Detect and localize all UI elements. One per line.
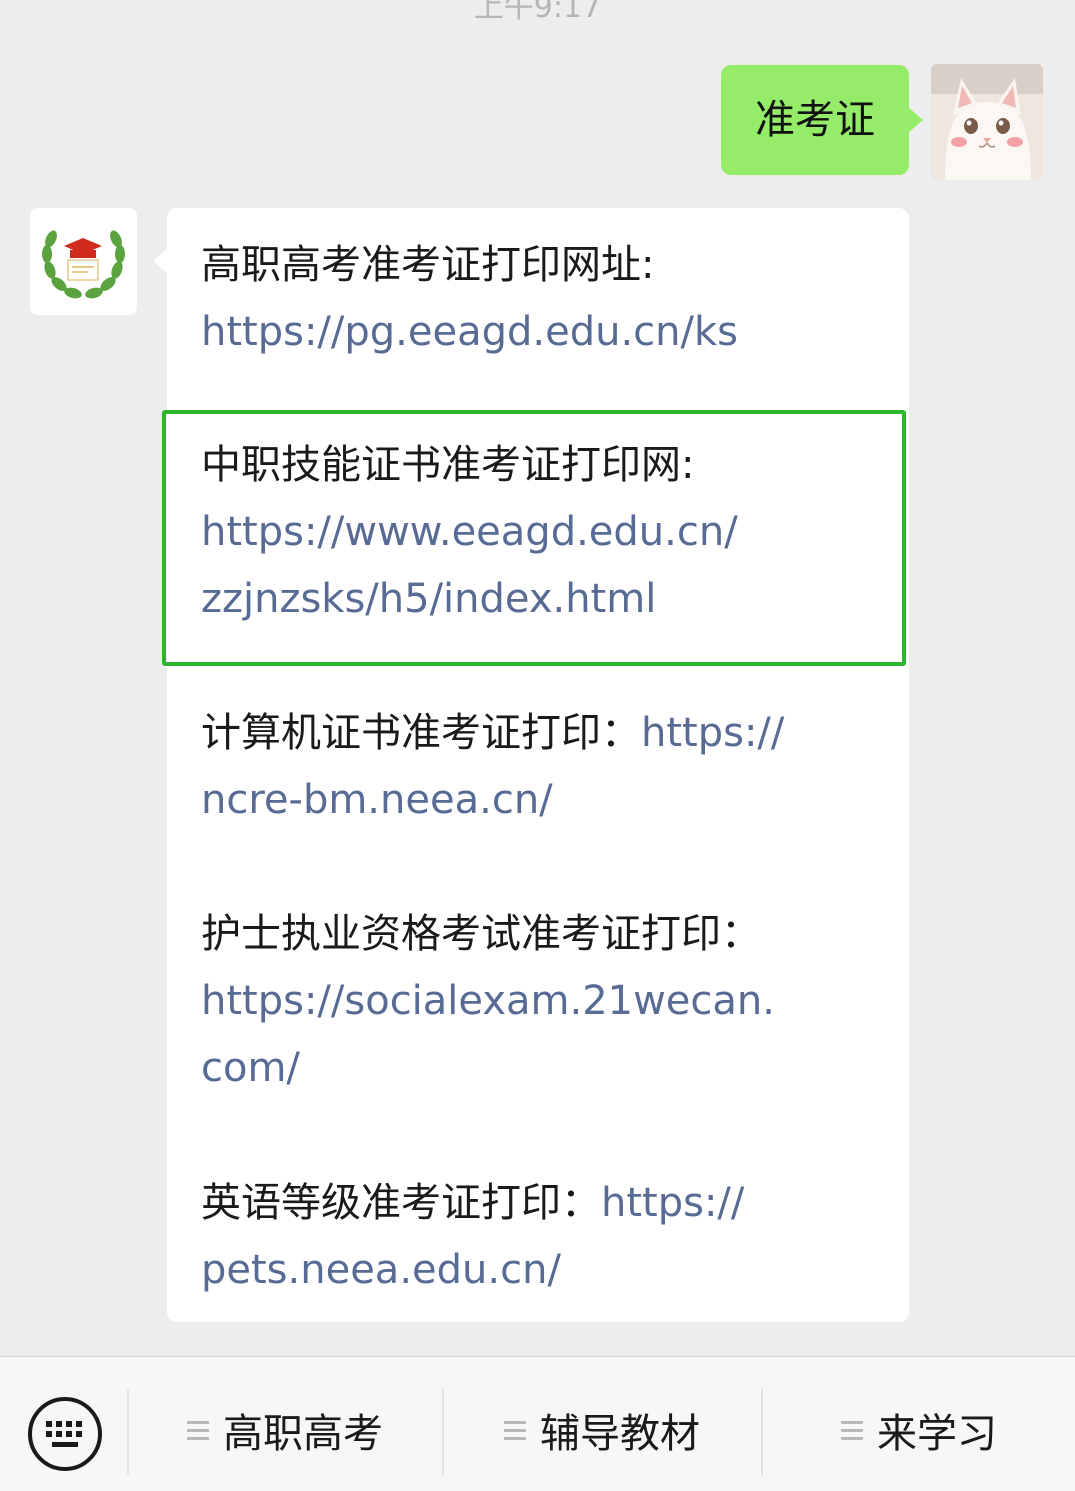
section-label: 高职高考准考证打印网址:	[201, 242, 655, 288]
user-avatar[interactable]	[931, 64, 1043, 180]
official-account-menu-bar: 高职高考 辅导教材 来学习	[0, 1356, 1075, 1491]
section-label: 护士执业资格考试准考证打印：	[201, 911, 761, 957]
message-section-gaozhi: 高职高考准考证打印网址: https://pg.eeagd.edu.cn/ks	[201, 232, 891, 366]
computer-link[interactable]: ncre-bm.neea.cn/	[201, 767, 891, 834]
menu-item-gaozhi[interactable]: 高职高考	[129, 1397, 441, 1463]
menu-item-label: 高职高考	[223, 1411, 383, 1457]
keyboard-icon	[46, 1421, 82, 1447]
cat-avatar-icon	[931, 64, 1043, 180]
nurse-link-line-1[interactable]: https://socialexam.21wecan.	[201, 968, 891, 1035]
menu-item-label: 辅导教材	[540, 1411, 700, 1457]
outgoing-message-row: 准考证	[721, 64, 1043, 180]
laurel-logo-icon	[30, 208, 137, 315]
highlight-annotation-box	[162, 410, 906, 666]
gaozhi-link[interactable]: https://pg.eeagd.edu.cn/ks	[201, 299, 891, 366]
menu-item-come-learn[interactable]: 来学习	[763, 1397, 1075, 1463]
official-account-avatar[interactable]	[30, 208, 137, 315]
message-section-nurse: 护士执业资格考试准考证打印： https://socialexam.21weca…	[201, 901, 891, 1102]
nurse-link-line-2[interactable]: com/	[201, 1035, 891, 1102]
incoming-message-bubble[interactable]: 高职高考准考证打印网址: https://pg.eeagd.edu.cn/ks …	[153, 208, 909, 1322]
menu-item-label: 来学习	[877, 1411, 997, 1457]
time-label: 上午9:17	[473, 0, 602, 25]
section-label: 英语等级准考证打印：	[201, 1180, 601, 1226]
english-link[interactable]: pets.neea.edu.cn/	[201, 1237, 891, 1304]
message-section-computer: 计算机证书准考证打印：https:// ncre-bm.neea.cn/	[201, 700, 891, 834]
keyboard-toggle-button[interactable]	[28, 1397, 102, 1471]
menu-item-tutoring-materials[interactable]: 辅导教材	[444, 1397, 760, 1463]
computer-link-prefix[interactable]: https://	[641, 710, 784, 756]
english-link-prefix[interactable]: https://	[601, 1180, 744, 1226]
outgoing-message-bubble[interactable]: 准考证	[721, 65, 923, 175]
menu-lines-icon	[187, 1416, 209, 1445]
section-label: 计算机证书准考证打印：	[201, 710, 641, 756]
message-section-english: 英语等级准考证打印：https:// pets.neea.edu.cn/	[201, 1170, 891, 1304]
menu-lines-icon	[841, 1416, 863, 1445]
menu-lines-icon	[504, 1416, 526, 1445]
